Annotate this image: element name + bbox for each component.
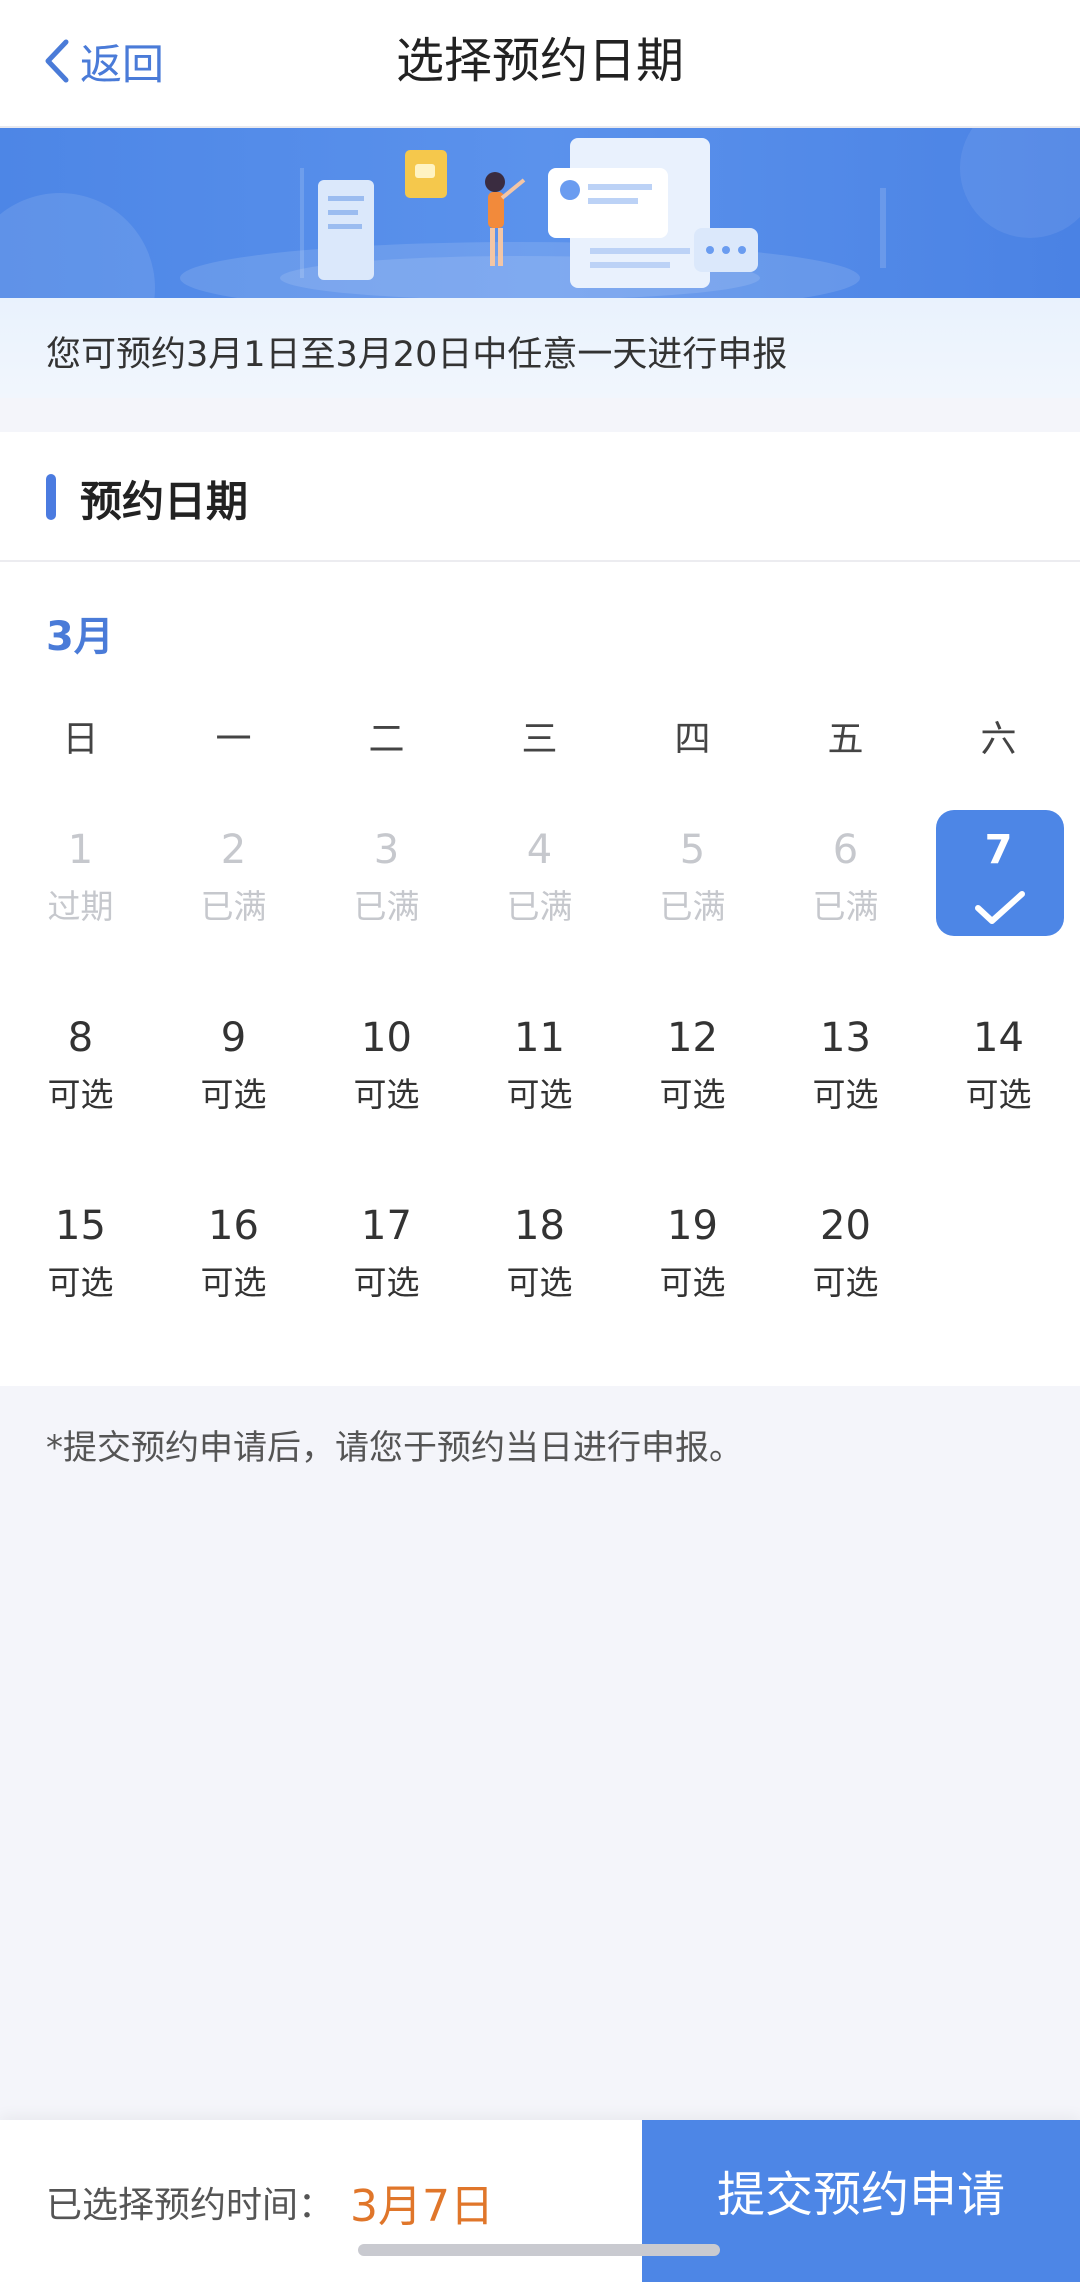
- day-status: 可选: [506, 1075, 573, 1114]
- calendar-day[interactable]: 13 可选: [769, 1010, 922, 1198]
- day-number: 2: [220, 827, 247, 873]
- calendar-day: 2 已满: [157, 822, 310, 1010]
- weekday-label: 三: [521, 719, 558, 760]
- section-accent-bar: [46, 474, 56, 520]
- selected-time-value: 3月7日: [350, 2181, 494, 2232]
- day-status: 可选: [659, 1263, 726, 1302]
- section-title: 预约日期: [80, 477, 249, 526]
- day-number: 1: [67, 827, 94, 873]
- day-number: 16: [208, 1203, 259, 1249]
- calendar-day[interactable]: 9 可选: [157, 1010, 310, 1198]
- home-indicator: [358, 2244, 720, 2256]
- weekday-label: 一: [215, 719, 252, 760]
- day-number: 19: [667, 1203, 718, 1249]
- calendar-month: 3月: [46, 614, 114, 660]
- day-number: 3: [373, 827, 400, 873]
- submission-note: *提交预约申请后，请您于预约当日进行申报。: [46, 1428, 743, 1468]
- submit-appointment-button[interactable]: 提交预约申请: [642, 2120, 1080, 2282]
- day-status: 可选: [506, 1263, 573, 1302]
- calendar-grid: 1 过期 2 已满 3 已满 4 已满 5 已满 6 已满 7 8 可选 9 可选 10 可选 11 可选 12 可选 13 可…: [4, 810, 1076, 1386]
- banner-illustration: [0, 128, 1080, 298]
- nav-header: 返回 选择预约日期: [0, 0, 1080, 128]
- day-status: 已满: [506, 887, 573, 926]
- day-status: 可选: [47, 1075, 114, 1114]
- calendar-day[interactable]: 19 可选: [616, 1198, 769, 1386]
- calendar-day[interactable]: 17 可选: [310, 1198, 463, 1386]
- calendar-day[interactable]: 20 可选: [769, 1198, 922, 1386]
- day-number: 5: [679, 827, 706, 873]
- page-title: 选择预约日期: [395, 33, 684, 89]
- calendar-day: 3 已满: [310, 822, 463, 1010]
- day-status: 可选: [200, 1075, 267, 1114]
- weekday-label: 五: [827, 719, 864, 760]
- day-status: 已满: [812, 887, 879, 926]
- day-number: 7: [984, 827, 1013, 873]
- calendar-day[interactable]: 18 可选: [463, 1198, 616, 1386]
- day-number: 17: [361, 1203, 412, 1249]
- day-status: 可选: [47, 1263, 114, 1302]
- day-number: 10: [361, 1015, 412, 1061]
- calendar-day[interactable]: 15 可选: [4, 1198, 157, 1386]
- selected-time-label: 已选择预约时间：: [46, 2185, 335, 2226]
- checkmark-icon: [975, 891, 1025, 924]
- weekday-label: 四: [674, 719, 711, 760]
- calendar-day: 6 已满: [769, 822, 922, 1010]
- day-status: 可选: [353, 1075, 420, 1114]
- calendar-day: 1 过期: [4, 822, 157, 1010]
- calendar-day: 4 已满: [463, 822, 616, 1010]
- section-header: 预约日期: [0, 432, 1080, 562]
- bottom-bar: 已选择预约时间： 3月7日 提交预约申请: [0, 2120, 1080, 2282]
- weekday-label: 日: [62, 719, 99, 760]
- day-status: 可选: [659, 1075, 726, 1114]
- day-status: 可选: [965, 1075, 1032, 1114]
- weekday-label: 二: [368, 719, 405, 760]
- calendar-day[interactable]: 16 可选: [157, 1198, 310, 1386]
- day-number: 13: [820, 1015, 871, 1061]
- notice-text: 您可预约3月1日至3月20日中任意一天进行申报: [46, 335, 788, 375]
- day-number: 11: [514, 1015, 565, 1061]
- day-number: 18: [514, 1203, 565, 1249]
- day-status: 已满: [353, 887, 420, 926]
- calendar-day: 5 已满: [616, 822, 769, 1010]
- day-status: 已满: [200, 887, 267, 926]
- calendar-day-selected[interactable]: 7: [922, 810, 1075, 1010]
- weekday-label: 六: [980, 719, 1017, 760]
- calendar-day[interactable]: 10 可选: [310, 1010, 463, 1198]
- day-status: 已满: [659, 887, 726, 926]
- banner-art: [0, 128, 1080, 298]
- notice-strip: 您可预约3月1日至3月20日中任意一天进行申报: [0, 298, 1080, 398]
- day-status: 过期: [47, 887, 114, 926]
- day-status: 可选: [812, 1075, 879, 1114]
- day-number: 8: [67, 1015, 94, 1061]
- day-number: 15: [55, 1203, 106, 1249]
- day-number: 6: [832, 827, 859, 873]
- weekday-row: 日 一 二 三 四 五 六: [0, 710, 1080, 770]
- day-number: 14: [973, 1015, 1024, 1061]
- day-number: 4: [526, 827, 553, 873]
- calendar-day[interactable]: 11 可选: [463, 1010, 616, 1198]
- day-status: 可选: [353, 1263, 420, 1302]
- calendar-day[interactable]: 14 可选: [922, 1010, 1075, 1198]
- calendar-day[interactable]: 8 可选: [4, 1010, 157, 1198]
- day-status: 可选: [812, 1263, 879, 1302]
- day-status: 可选: [200, 1263, 267, 1302]
- calendar-day[interactable]: 12 可选: [616, 1010, 769, 1198]
- day-number: 9: [220, 1015, 247, 1061]
- day-number: 12: [667, 1015, 718, 1061]
- calendar: 3月 日 一 二 三 四 五 六 1 过期 2 已满 3 已满 4 已满 5 已满 6 已满 7 8 可选 9…: [0, 562, 1080, 1386]
- day-number: 20: [820, 1203, 871, 1249]
